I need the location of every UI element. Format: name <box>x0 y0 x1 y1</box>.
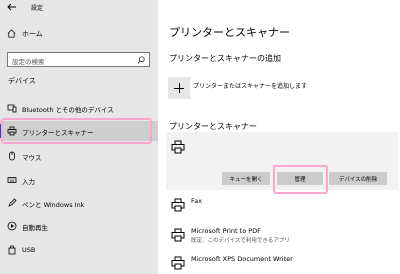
bluetooth-devices-icon <box>7 104 17 113</box>
sidebar-item-label: USB <box>22 246 36 254</box>
back-arrow-icon[interactable] <box>7 2 17 12</box>
printers-section-heading: プリンターとスキャナー <box>169 122 257 131</box>
add-printer-label[interactable]: プリンターまたはスキャナーを追加します <box>193 81 307 90</box>
printer-status: 既定、このデバイスで利用できるアプリ <box>191 238 290 244</box>
printer-name: Microsoft Print to PDF <box>191 227 261 235</box>
printer-list-item[interactable]: Microsoft Print to PDF 既定、このデバイスで利用できるアプ… <box>169 226 399 248</box>
open-queue-button[interactable]: キューを開く <box>222 172 270 185</box>
search-placeholder: 設定の検索 <box>12 58 45 66</box>
usb-icon <box>8 245 16 255</box>
sidebar-item-home[interactable]: ホーム <box>0 26 158 42</box>
sidebar-item-autoplay[interactable]: 自動再生 <box>0 216 158 236</box>
sidebar-item-label: 自動再生 <box>22 224 48 232</box>
sidebar-item-label: ペンと Windows Ink <box>22 201 85 209</box>
home-icon <box>7 29 16 38</box>
printer-name: Microsoft XPS Document Writer <box>191 255 293 263</box>
keyboard-icon <box>7 177 17 183</box>
fax-icon <box>171 198 185 212</box>
remove-device-button[interactable]: デバイスの削除 <box>329 172 387 185</box>
pen-icon <box>8 198 17 207</box>
mouse-icon <box>9 151 15 161</box>
search-icon[interactable] <box>137 56 145 64</box>
search-input[interactable]: 設定の検索 <box>7 52 150 67</box>
printer-list-item[interactable]: Fax <box>169 196 399 218</box>
sidebar-item-pen[interactable]: ペンと Windows Ink <box>0 193 158 213</box>
printer-icon <box>171 140 185 154</box>
sidebar-item-label: 入力 <box>22 178 35 186</box>
sidebar-item-label: マウス <box>22 154 42 162</box>
printer-icon <box>171 228 185 242</box>
add-section-heading: プリンターとスキャナーの追加 <box>169 54 281 63</box>
highlight-box <box>1 118 152 144</box>
sidebar-item-usb[interactable]: USB <box>0 240 158 260</box>
autoplay-icon <box>7 221 17 231</box>
printer-icon <box>171 256 185 270</box>
highlight-box <box>273 165 328 194</box>
app-title: 設定 <box>31 5 44 12</box>
add-printer-button[interactable] <box>168 77 190 99</box>
printer-list-item[interactable]: Microsoft XPS Document Writer <box>169 254 399 274</box>
home-label: ホーム <box>22 30 43 38</box>
sidebar-item-mouse[interactable]: マウス <box>0 146 158 166</box>
sidebar-item-label: Bluetooth とその他のデバイス <box>22 106 114 114</box>
section-label: デバイス <box>8 77 36 85</box>
printer-name: Fax <box>191 197 202 205</box>
title-bar: 設定 <box>0 0 158 14</box>
page-title: プリンターとスキャナー <box>169 26 290 39</box>
sidebar-item-typing[interactable]: 入力 <box>0 170 158 190</box>
sidebar-item-bluetooth[interactable]: Bluetooth とその他のデバイス <box>0 98 158 118</box>
